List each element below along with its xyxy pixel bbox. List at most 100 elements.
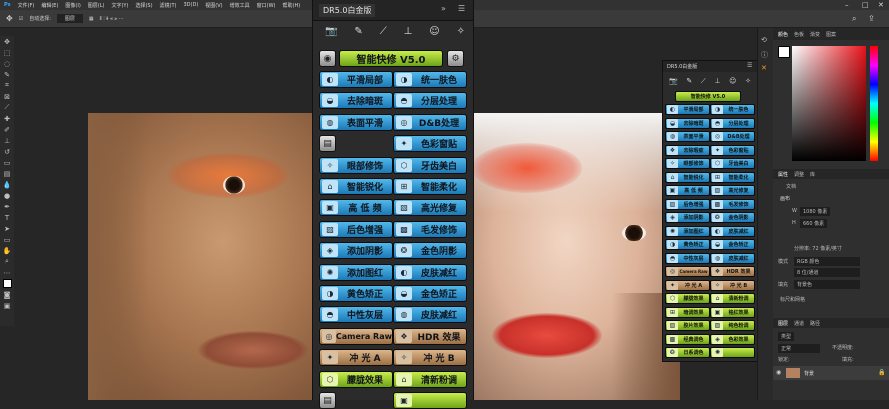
mini-row-5-right-button[interactable]: ⊞ 智能柔化	[710, 171, 755, 183]
zoom-icon[interactable]: ⌕	[0, 256, 14, 267]
layer-kind-filter[interactable]: 类型	[778, 332, 795, 341]
history-icon[interactable]: ⟲	[761, 36, 767, 44]
menu-3d[interactable]: 3D(D)	[184, 2, 199, 8]
dr5-settings-icon[interactable]: ⚙	[447, 50, 464, 67]
camera-icon[interactable]: 📷	[325, 26, 337, 42]
close-icon[interactable]: ✕	[878, 1, 884, 9]
stamp-icon[interactable]: ⊥	[0, 135, 14, 146]
auto-select-checkbox[interactable]: ☑	[19, 16, 23, 22]
mini-row-9-right-button[interactable]: ◐ 皮肤减红	[710, 225, 755, 237]
panel-menu-icon[interactable]: ☰	[458, 4, 465, 13]
foreground-swatch[interactable]	[778, 46, 790, 58]
dr5-row-1-right-button[interactable]: ◓ 分层处理	[393, 92, 467, 110]
hand-icon[interactable]: ✋	[0, 245, 14, 256]
dr5-row-6-left-button[interactable]: ▣ 高 低 频	[319, 199, 393, 217]
layer-name[interactable]: 背景	[804, 370, 814, 377]
tab-libraries[interactable]: 库	[810, 171, 815, 178]
mini-row-7-left-button[interactable]: ▨ 后色增强	[665, 198, 710, 210]
tab-properties[interactable]: 属性	[778, 171, 788, 178]
magic-icon[interactable]: ✧	[457, 26, 465, 42]
dr5-row-8-right-button[interactable]: ❂ 金色阴影	[393, 242, 467, 260]
mini-row-10-right-button[interactable]: ◒ 金色矫正	[710, 239, 755, 250]
mini-row-3-right-button[interactable]: ✦ 色彩窗贴	[710, 144, 755, 156]
dr5-row-4-right-button[interactable]: ⬡ 牙齿美白	[393, 156, 467, 174]
mini-row-10-left-button[interactable]: ◑ 黄色矫正	[665, 239, 710, 250]
dr5-row-9-right-button[interactable]: ◐ 皮肤减红	[393, 263, 467, 281]
dr5-row-14-right-button[interactable]: ⌂ 清新粉调	[393, 370, 467, 388]
menu-type[interactable]: 文字(Y)	[111, 2, 128, 9]
dr5-row-3-left-icon[interactable]: ▤	[319, 135, 336, 153]
screen-mode-icon[interactable]: ▣	[0, 300, 14, 311]
mini-row-11-left-button[interactable]: ◓ 中性灰层	[665, 252, 710, 264]
dr5-row-2-right-button[interactable]: ◎ D&B处理	[393, 113, 467, 131]
brush-tool-icon[interactable]: ✎	[354, 26, 362, 42]
dr5-row-13-left-button[interactable]: ✦ 冲 光 A	[319, 349, 393, 367]
mini-row-6-left-button[interactable]: ▣ 高 低 频	[665, 185, 710, 196]
plugin-close-icon[interactable]: ✕	[761, 64, 767, 72]
dr5-row-3-right-button[interactable]: ✦ 色彩窗贴	[393, 135, 467, 153]
more-icon[interactable]: ⋯	[0, 267, 14, 278]
mini-stamp-icon[interactable]: ⊥	[714, 77, 720, 86]
dr5-row-8-left-button[interactable]: ◈ 添加阴影	[319, 242, 393, 260]
mini-row-15-left-button[interactable]: ⊞ 暗调效果	[665, 306, 710, 318]
menu-window[interactable]: 窗口(W)	[257, 2, 276, 9]
dr5-row-10-right-button[interactable]: ◒ 金色矫正	[393, 285, 467, 302]
dr5-row-0-left-button[interactable]: ◐ 平滑局部	[319, 71, 393, 88]
pen-icon[interactable]: ✒	[0, 201, 14, 212]
user-icon[interactable]: ☺	[429, 26, 439, 42]
mini-row-13-left-button[interactable]: ✦ 冲 光 A	[665, 279, 710, 291]
tab-swatches[interactable]: 色板	[794, 31, 804, 38]
dr5-title[interactable]: DR5.0白金版	[319, 4, 376, 17]
mini-row-15-right-button[interactable]: ▣ 铭红效果	[710, 306, 755, 318]
mini-row-8-right-button[interactable]: ❂ 金色阴影	[710, 212, 755, 223]
mini-row-16-right-button[interactable]: ▨ 纯色粉调	[710, 320, 755, 331]
dr5-row-0-right-button[interactable]: ◑ 统一肤色	[393, 71, 467, 88]
eraser-icon[interactable]: ▭	[0, 157, 14, 168]
dr5-header-button[interactable]: 智能快修 V5.0	[339, 50, 443, 67]
mini-row-16-left-button[interactable]: ▧ 胶片效果	[665, 320, 710, 331]
tab-gradients[interactable]: 渐变	[810, 31, 820, 38]
rulers-grid-section[interactable]: 标尺和网格	[780, 296, 805, 303]
dr5-row-11-left-button[interactable]: ◓ 中性灰层	[319, 306, 393, 324]
mini-row-4-right-button[interactable]: ⬡ 牙齿美白	[710, 158, 755, 169]
path-select-icon[interactable]: ➤	[0, 223, 14, 234]
dr5-row-10-left-button[interactable]: ◑ 黄色矫正	[319, 285, 393, 302]
color-picker-field[interactable]	[792, 46, 866, 161]
lasso-icon[interactable]: ◌	[0, 58, 14, 69]
mini-row-14-right-button[interactable]: ⌂ 清新粉调	[710, 293, 755, 304]
dr5-row-9-left-button[interactable]: ✺ 添加图红	[319, 263, 393, 281]
menu-plugins[interactable]: 增效工具	[230, 2, 250, 9]
layer-row[interactable]: ◉ 背景 🔒	[772, 366, 889, 380]
fill-select[interactable]: 背景色	[794, 280, 860, 289]
healing-icon[interactable]: ✚	[0, 113, 14, 124]
mini-row-13-right-button[interactable]: ✧ 冲 光 B	[710, 279, 755, 291]
mini-camera-icon[interactable]: 📷	[669, 77, 678, 86]
mini-row-14-left-button[interactable]: ⬡ 朦胧效果	[665, 293, 710, 304]
tab-channels[interactable]: 通道	[794, 320, 804, 327]
frame-icon[interactable]: ⊠	[0, 91, 14, 102]
blur-icon[interactable]: 💧	[0, 179, 14, 190]
mini-title[interactable]: DR5.0白金版	[667, 63, 697, 70]
search-icon[interactable]: ⌕	[852, 14, 856, 24]
gradient-icon[interactable]: ▤	[0, 168, 14, 179]
history-brush-icon[interactable]: ↺	[0, 146, 14, 157]
mini-row-17-left-button[interactable]: ▩ 经典调色	[665, 333, 710, 345]
mini-row-12-left-button[interactable]: ◎ Camera Raw	[665, 266, 710, 277]
dr5-row-5-right-button[interactable]: ⊞ 智能柔化	[393, 178, 467, 195]
dr5-row-11-right-button[interactable]: ◍ 皮肤减红	[393, 306, 467, 324]
menu-layer[interactable]: 图层(L)	[88, 2, 105, 9]
dr5-row-13-right-button[interactable]: ✧ 冲 光 B	[393, 349, 467, 367]
mini-magic-icon[interactable]: ✧	[745, 77, 751, 86]
mini-row-18-right-button[interactable]: ✺	[710, 347, 755, 358]
menu-filter[interactable]: 滤镜(T)	[160, 2, 177, 9]
mini-row-0-left-button[interactable]: ◐ 平滑局部	[665, 104, 710, 115]
mini-row-6-right-button[interactable]: ▧ 高光修复	[710, 185, 755, 196]
mini-brush-icon[interactable]: ✎	[686, 77, 692, 86]
mode-select[interactable]: RGB 颜色	[794, 257, 860, 266]
blend-mode-select[interactable]: 正常	[778, 344, 820, 353]
mini-row-4-left-button[interactable]: ✧ 眼部修饰	[665, 158, 710, 169]
dr5-row-15-left-icon[interactable]: ▤	[319, 392, 336, 409]
menu-image[interactable]: 图像(I)	[65, 2, 80, 9]
move-icon[interactable]: ✥	[0, 36, 14, 47]
align-icons[interactable]: ⫴ ⫶ ⫵ ⫷ ⫸ ⋯	[100, 16, 124, 22]
